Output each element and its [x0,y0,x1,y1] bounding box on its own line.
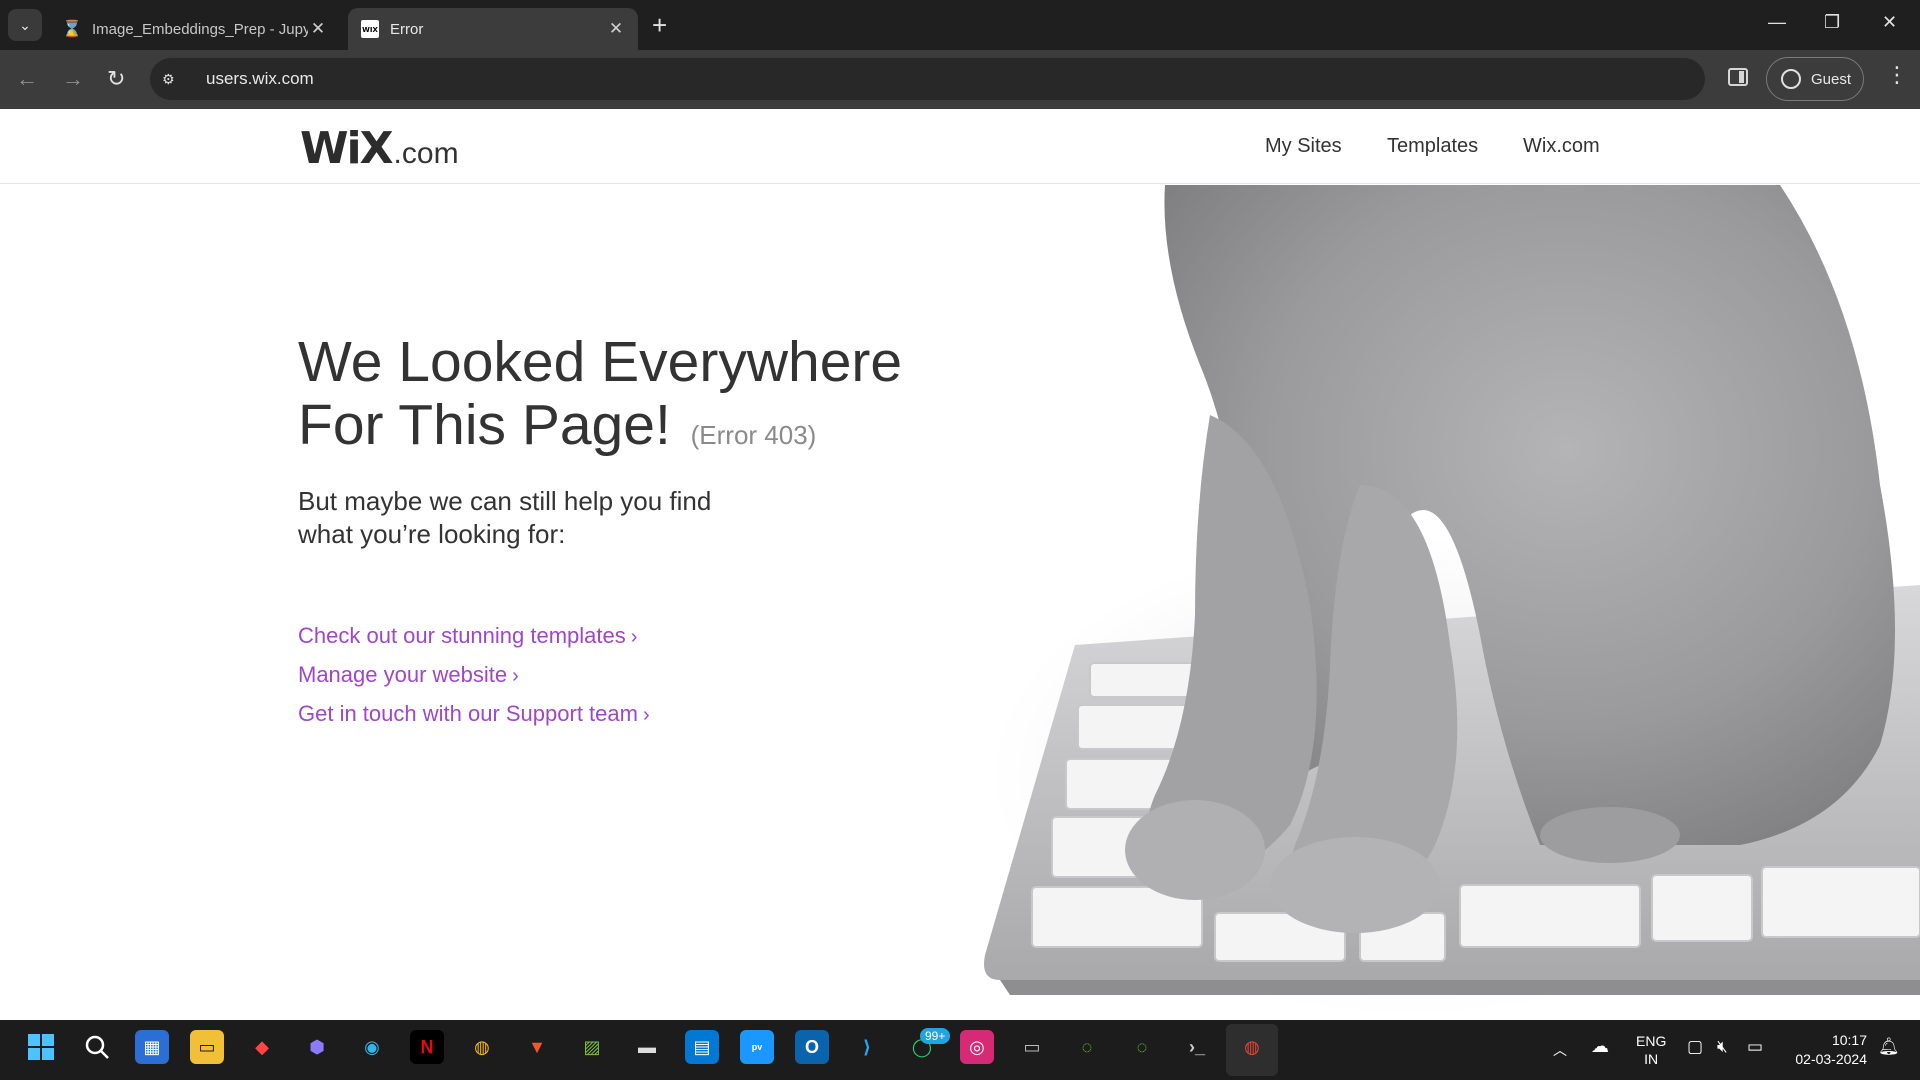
nav-my-sites[interactable]: My Sites [1265,135,1342,158]
loading-ring-icon[interactable]: ◌ [1070,1030,1104,1064]
close-tab-icon[interactable]: ✕ [606,19,626,39]
web-page: WiX .com My Sites Templates Wix.com We L… [0,109,1920,1020]
chrome-active-icon[interactable]: ◍ [1235,1030,1269,1064]
close-tab-icon[interactable]: ✕ [308,19,328,39]
brave-browser-icon[interactable]: ▼ [520,1030,554,1064]
headline-line-1: We Looked Everywhere [298,330,903,394]
reload-icon[interactable]: ↻ [107,66,125,92]
error-subtext: But maybe we can still help you find wha… [298,485,798,551]
media-player-icon[interactable]: ▤ [685,1030,719,1064]
clock-time: 10:17 [1831,1032,1867,1048]
search-icon[interactable] [80,1030,114,1064]
address-bar[interactable]: ⚙ users.wix.com [150,58,1705,100]
forward-arrow-icon[interactable]: → [62,66,84,92]
loading-ring-icon-2[interactable]: ◌ [1125,1030,1159,1064]
show-hidden-icons-icon[interactable]: ︿ [1553,1040,1567,1060]
chevron-right-icon: › [512,665,519,687]
app-window-icon[interactable]: ▭ [1015,1030,1049,1064]
notification-bell-icon[interactable]: 🔔︎ [1878,1037,1900,1057]
chrome-icon[interactable]: ◍ [465,1030,499,1064]
side-panel-icon[interactable] [1728,68,1748,86]
headline-line-2: For This Page! [298,393,671,457]
tab-search-button[interactable]: ⌄ [8,9,42,41]
copilot-icon[interactable]: ⬢ [300,1030,334,1064]
subtext-line-1: But maybe we can still help you find [298,486,712,516]
instagram-icon[interactable]: ◎ [960,1030,994,1064]
site-info-icon[interactable]: ⚙ [162,71,186,88]
tab-title: Image_Embeddings_Prep - Jupyter [92,20,308,38]
command-prompt-icon[interactable]: ›_ [1180,1030,1214,1064]
anydesk-icon[interactable]: ◆ [245,1030,279,1064]
windows-taskbar: ▦ ▭ ◆ ⬢ ◉ N ◍ ▼ ▨ ▬ ▤ pv O ⟩ ◯ 99+ ◎ ▭ ◌… [0,1020,1920,1080]
clock-date: 02-03-2024 [1795,1051,1867,1067]
close-window-icon[interactable]: ✕ [1882,12,1897,33]
back-arrow-icon[interactable]: ← [16,66,38,92]
cat-on-keyboard-illustration [984,185,1920,1015]
restore-icon[interactable]: ❐ [1824,12,1840,33]
manage-website-link[interactable]: Manage your website › [298,656,650,695]
nav-templates[interactable]: Templates [1387,135,1478,158]
edge-browser-icon[interactable]: ◉ [355,1030,389,1064]
support-link[interactable]: Get in touch with our Support team › [298,695,650,734]
battery-icon[interactable]: ▭ [1747,1037,1763,1057]
subtext-line-2: what you’re looking for: [298,519,566,549]
profile-label: Guest [1811,70,1852,88]
clock[interactable]: 10:17 02-03-2024 [1787,1031,1867,1069]
error-code: (Error 403) [690,420,817,450]
url-text[interactable]: users.wix.com [206,69,314,89]
chevron-right-icon: › [642,704,650,726]
svg-text:WIX: WIX [362,26,378,34]
language-indicator[interactable]: ENG IN [1636,1032,1666,1068]
netflix-icon[interactable]: N [410,1030,444,1064]
notification-badge: 99+ [920,1028,951,1044]
tab-jupyter[interactable]: ⌛ Image_Embeddings_Prep - Jupyter ✕ [50,8,340,50]
link-label[interactable]: Manage your website [298,662,507,687]
tab-title: Error [390,20,424,38]
help-links: Check out our stunning templates › Manage… [298,617,650,734]
browser-toolbar: ← → ↻ ⚙ users.wix.com Guest ⋮ [0,50,1920,109]
region-code: IN [1644,1051,1659,1067]
profile-button[interactable]: Guest [1766,57,1864,101]
hourglass-icon: ⌛ [62,21,82,38]
photos-app-icon[interactable]: ▨ [575,1030,609,1064]
more-menu-icon[interactable]: ⋮ [1886,64,1908,86]
site-header: WiX .com My Sites Templates Wix.com [0,109,1920,184]
onedrive-cloud-icon[interactable]: ☁ [1591,1036,1609,1057]
account-icon [1781,69,1801,89]
wix-favicon-icon: WIX [360,19,380,39]
windows-start-icon[interactable] [24,1030,58,1064]
language-code: ENG [1636,1033,1667,1049]
nav-wix-com[interactable]: Wix.com [1523,135,1600,158]
new-tab-button[interactable]: + [652,12,667,38]
templates-link[interactable]: Check out our stunning templates › [298,617,650,656]
vscode-icon[interactable]: ⟩ [850,1030,884,1064]
logo-suffix: .com [393,137,459,170]
link-label[interactable]: Get in touch with our Support team [298,701,638,726]
wix-logo[interactable]: WiX .com [300,123,459,174]
minimize-icon[interactable]: — [1768,12,1786,33]
prime-video-icon[interactable]: pv [740,1030,774,1064]
network-icon[interactable]: ▢ [1687,1037,1703,1057]
link-label[interactable]: Check out our stunning templates [298,623,626,648]
microsoft-store-icon[interactable]: ▦ [135,1030,169,1064]
file-explorer-icon[interactable]: ▭ [190,1030,224,1064]
outlook-icon[interactable]: O [795,1030,829,1064]
chevron-right-icon: › [630,626,638,648]
terminal-window-icon[interactable]: ▬ [630,1030,664,1064]
browser-tab-strip: ⌄ ⌛ Image_Embeddings_Prep - Jupyter ✕ WI… [0,0,1920,50]
speaker-muted-icon[interactable]: 🔇︎ [1717,1037,1728,1057]
logo-wordmark: WiX [300,123,394,174]
tab-error[interactable]: WIX Error ✕ [348,8,638,50]
error-headline: We Looked Everywhere For This Page! (Err… [298,331,998,467]
